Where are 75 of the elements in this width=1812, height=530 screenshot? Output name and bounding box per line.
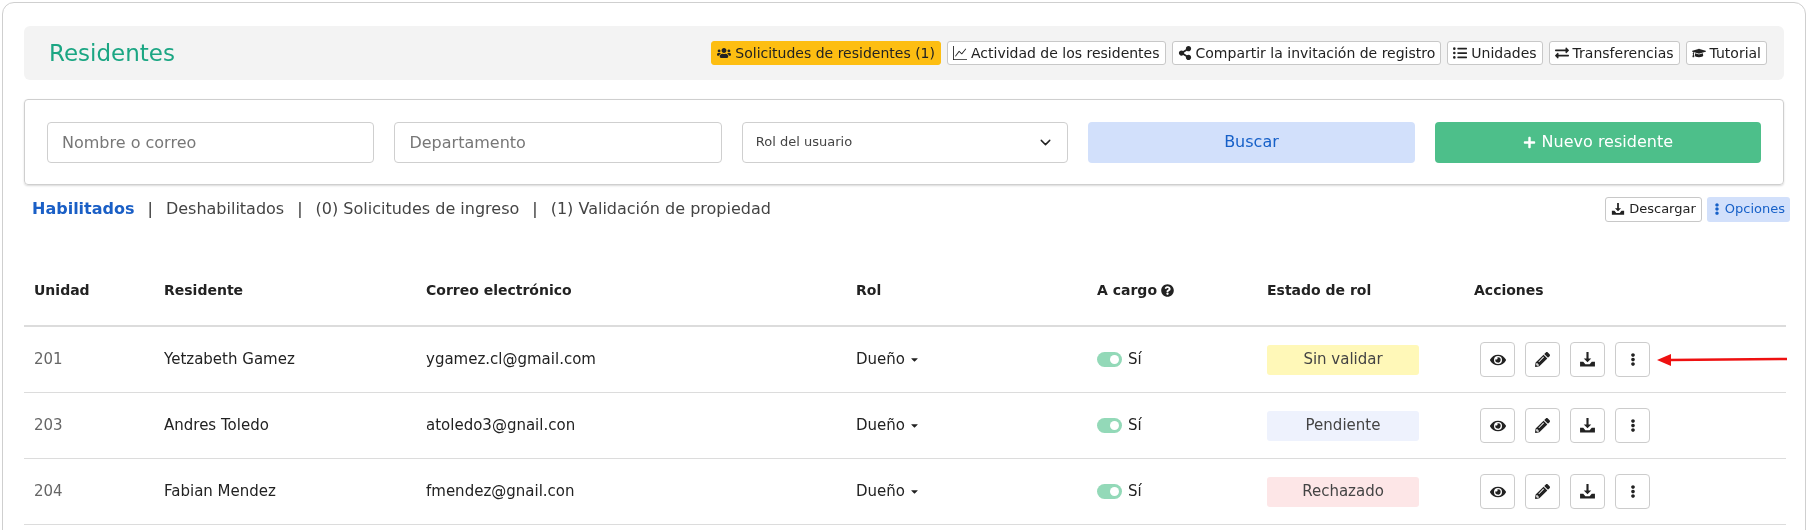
toggle-switch[interactable] — [1097, 352, 1122, 367]
line-chart-icon — [952, 46, 967, 60]
header-button[interactable]: Tutorial — [1685, 41, 1767, 65]
column-header: Acciones — [1474, 281, 1544, 300]
tab-separator: | — [297, 198, 303, 220]
pencil-icon — [1535, 484, 1550, 499]
arrows-icon — [1554, 46, 1569, 60]
column-header: Estado de rol — [1267, 281, 1372, 300]
options-button[interactable]: Opciones — [1706, 196, 1790, 222]
search-button[interactable]: Buscar — [1088, 121, 1415, 163]
role-dropdown[interactable]: Dueño — [856, 348, 920, 371]
toggle-label: Sí — [1128, 349, 1142, 371]
header-button[interactable]: Solicitudes de residentes (1) — [711, 41, 941, 65]
header-button[interactable]: Compartir la invitación de registro — [1171, 41, 1442, 65]
unit-cell: 203 — [34, 416, 63, 435]
status-badge: Pendiente — [1267, 410, 1419, 441]
filter-tab[interactable]: (1) Validación de propiedad — [550, 197, 771, 221]
column-header: A cargo — [1097, 281, 1157, 300]
edit-button[interactable] — [1525, 342, 1560, 377]
pencil-icon — [1535, 418, 1550, 433]
list-icon — [1453, 46, 1468, 60]
help-icon — [1161, 284, 1174, 297]
download-button[interactable]: Descargar — [1605, 196, 1702, 222]
download-icon — [1611, 202, 1626, 216]
header-button[interactable]: Unidades — [1447, 41, 1543, 65]
download-button[interactable] — [1570, 342, 1605, 377]
plus-icon — [1522, 135, 1536, 149]
email-cell: ygamez.cl@gmail.com — [426, 350, 596, 369]
edit-button[interactable] — [1525, 408, 1560, 443]
share-icon — [1177, 46, 1192, 60]
page-title: Residentes — [49, 38, 175, 68]
toggle-label: Sí — [1128, 481, 1142, 503]
more-button[interactable] — [1615, 408, 1650, 443]
filter-tab[interactable]: Habilitados — [32, 197, 135, 221]
resident-name: Yetzabeth Gamez — [164, 350, 295, 369]
resident-name: Andres Toledo — [164, 416, 269, 435]
column-header: Correo electrónico — [426, 281, 572, 300]
status-badge: Sin validar — [1267, 344, 1419, 375]
download-button[interactable] — [1570, 474, 1605, 509]
department-field[interactable]: Departamento — [394, 121, 722, 163]
role-select[interactable]: Rol del usuario — [741, 121, 1069, 163]
edit-button[interactable] — [1525, 474, 1560, 509]
view-button[interactable] — [1480, 342, 1515, 377]
pencil-icon — [1535, 352, 1550, 367]
filter-tab[interactable]: Deshabilitados — [165, 197, 285, 221]
status-badge: Rechazado — [1267, 476, 1419, 507]
column-header: Residente — [164, 281, 244, 300]
email-cell: fmendez@gnail.con — [426, 482, 575, 501]
email-cell: atoledo3@gnail.con — [426, 416, 576, 435]
download-icon — [1579, 351, 1596, 368]
toggle-switch[interactable] — [1097, 484, 1122, 499]
unit-cell: 201 — [34, 350, 63, 369]
graduation-cap-icon — [1691, 46, 1706, 60]
column-header: Rol — [856, 281, 882, 300]
download-icon — [1579, 417, 1596, 434]
download-icon — [1579, 483, 1596, 500]
header-button[interactable]: Actividad de los residentes — [946, 41, 1166, 65]
unit-cell: 204 — [34, 482, 63, 501]
toggle-label: Sí — [1128, 415, 1142, 437]
filter-tab[interactable]: (0) Solicitudes de ingreso — [315, 197, 520, 221]
view-button[interactable] — [1480, 408, 1515, 443]
header-button[interactable]: Transferencias — [1548, 41, 1680, 65]
role-dropdown[interactable]: Dueño — [856, 414, 920, 437]
download-button[interactable] — [1570, 408, 1605, 443]
resident-name: Fabian Mendez — [164, 482, 276, 501]
view-button[interactable] — [1480, 474, 1515, 509]
tab-separator: | — [532, 198, 538, 220]
tab-separator: | — [147, 198, 153, 220]
toggle-switch[interactable] — [1097, 418, 1122, 433]
name-field[interactable]: Nombre o correo — [47, 121, 375, 163]
role-dropdown[interactable]: Dueño — [856, 480, 920, 503]
users-icon — [717, 46, 732, 60]
more-button[interactable] — [1615, 474, 1650, 509]
column-header: Unidad — [34, 281, 90, 300]
more-button[interactable] — [1615, 342, 1650, 377]
